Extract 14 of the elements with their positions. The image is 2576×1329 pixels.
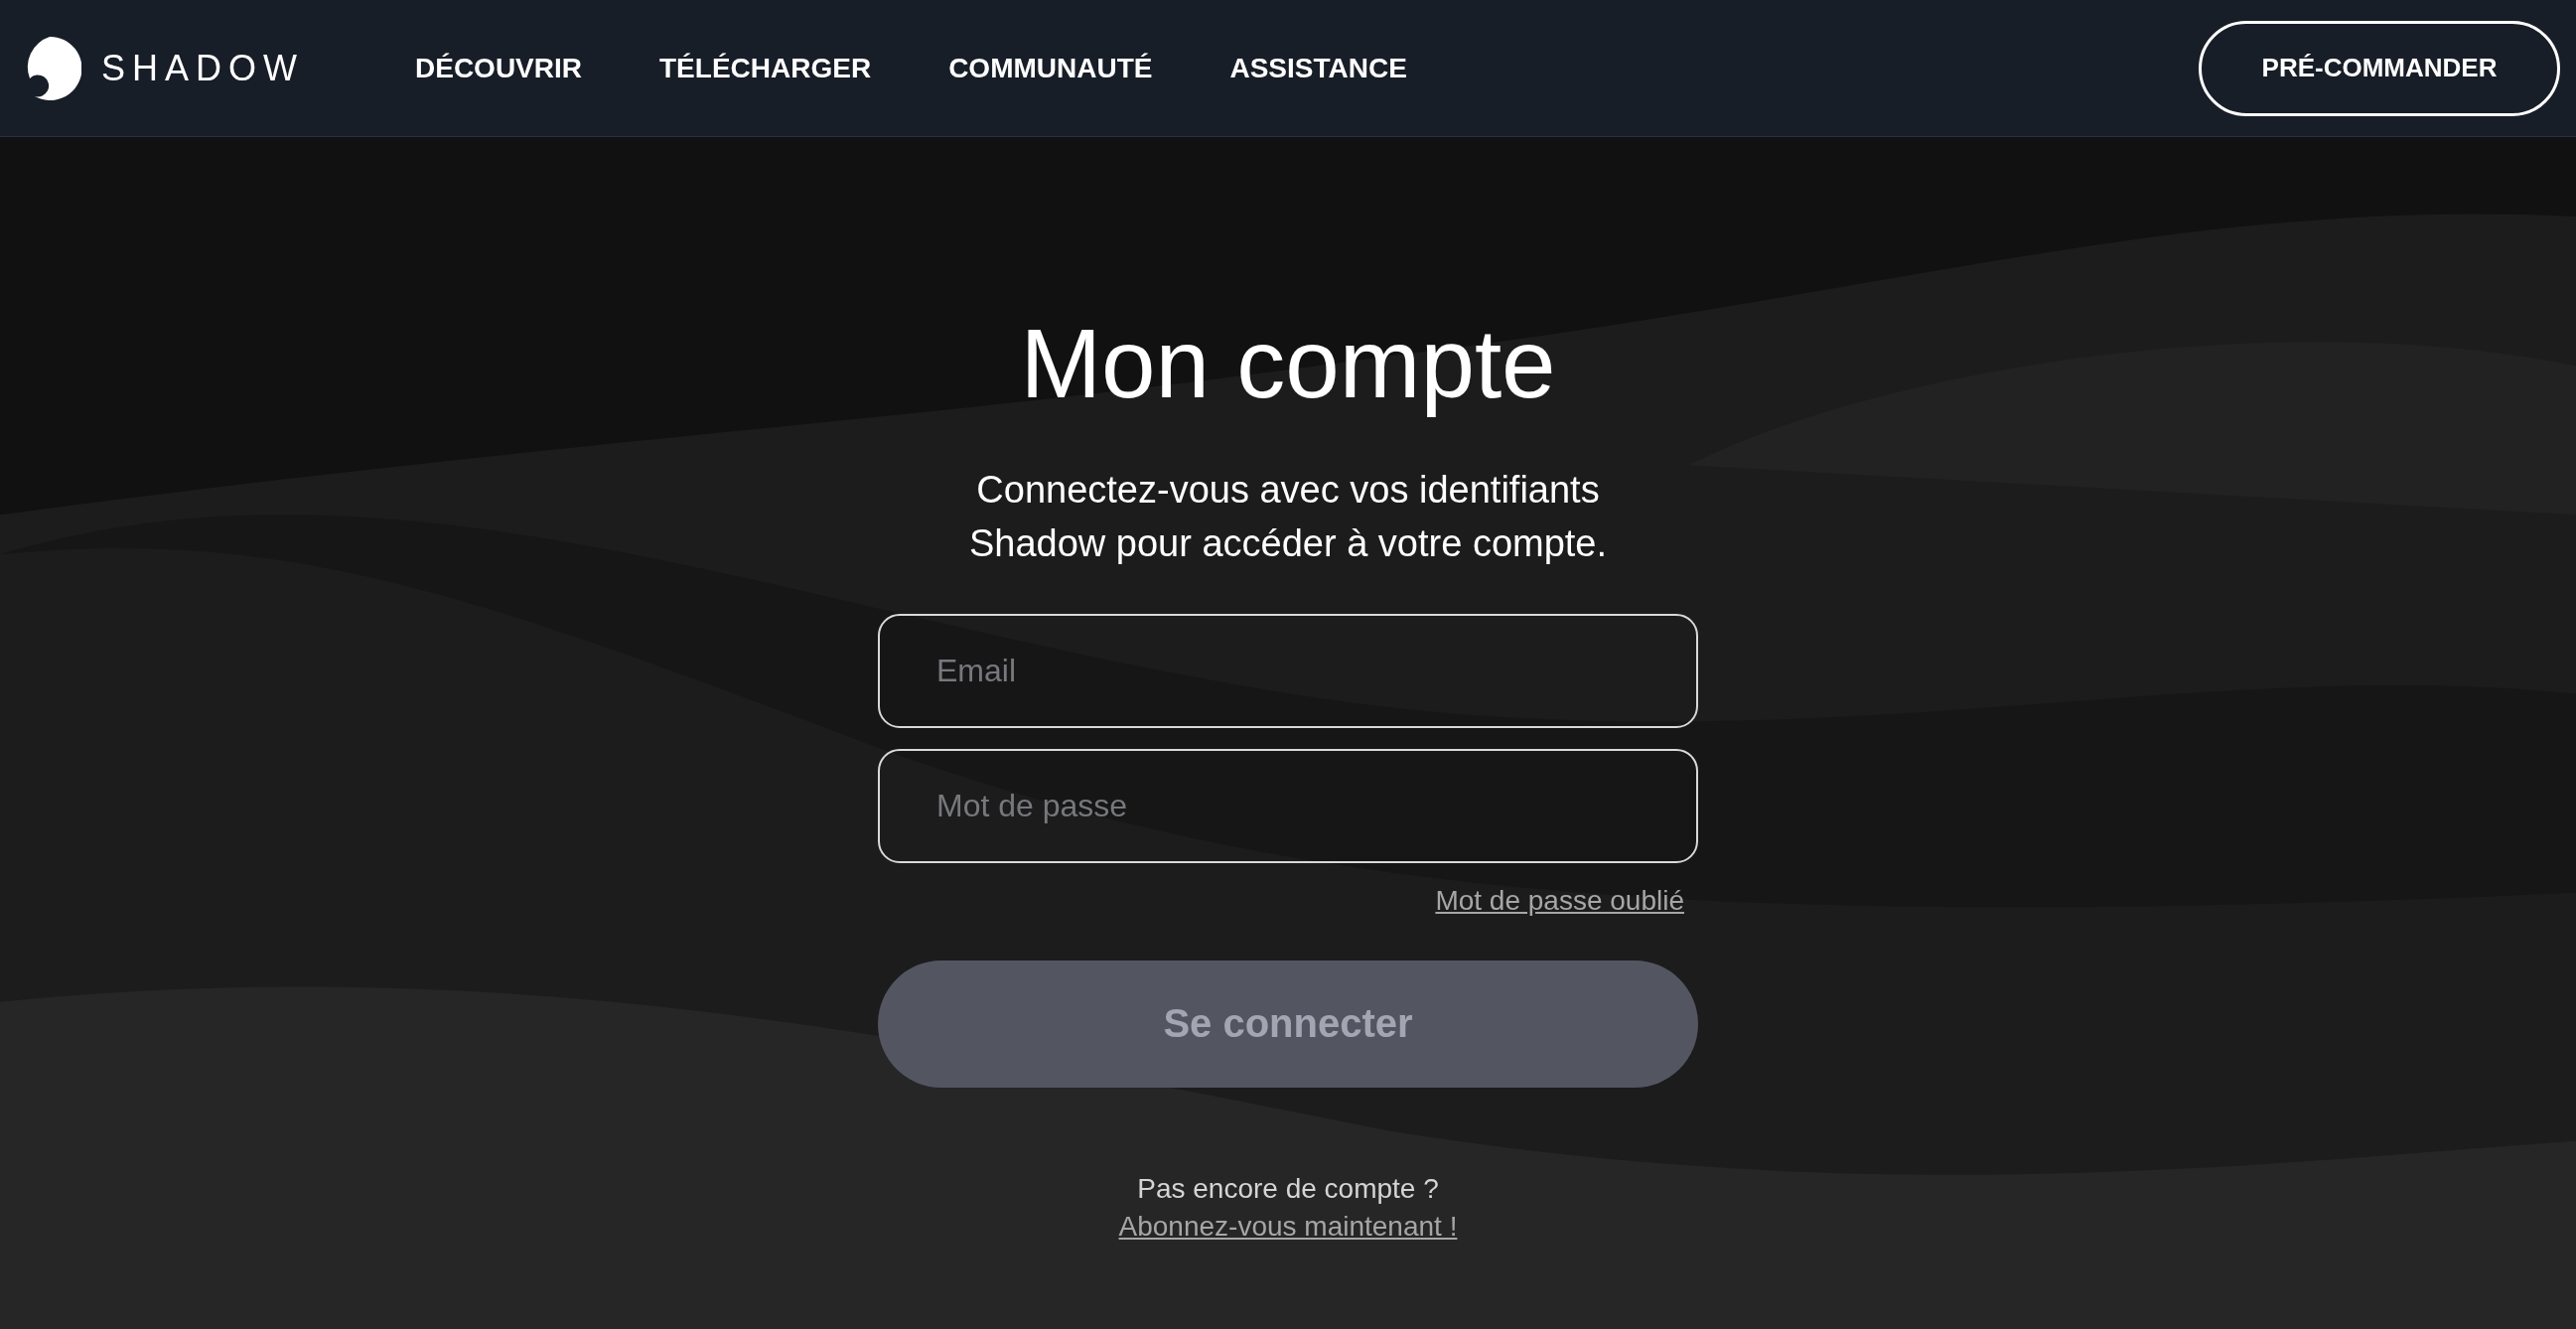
logo-text: SHADOW [101, 47, 304, 89]
subtitle-text: Shadow pour accéder à votre compte. [968, 520, 1608, 566]
password-field[interactable]: Mot de passe [878, 748, 1698, 863]
preorder-button[interactable]: PRÉ-COMMANDER [2199, 20, 2560, 116]
nav-link[interactable]: COMMUNAUTÉ [948, 52, 1153, 84]
email-field[interactable]: Email [878, 613, 1698, 728]
nav-link[interactable]: DÉCOUVRIR [415, 52, 582, 84]
subtitle-text: Connectez-vous avec vos identifiants [976, 467, 1600, 513]
nav-link[interactable]: ASSISTANCE [1229, 52, 1407, 84]
forgot-password-link[interactable]: Mot de passe oublié [1435, 884, 1684, 917]
signup-prompt: Pas encore de compte ? [1137, 1172, 1439, 1205]
nav-link[interactable]: TÉLÉCHARGER [659, 52, 872, 84]
signup-link[interactable]: Abonnez-vous maintenant ! [1118, 1210, 1458, 1243]
page-title: Mon compte [1020, 308, 1556, 420]
